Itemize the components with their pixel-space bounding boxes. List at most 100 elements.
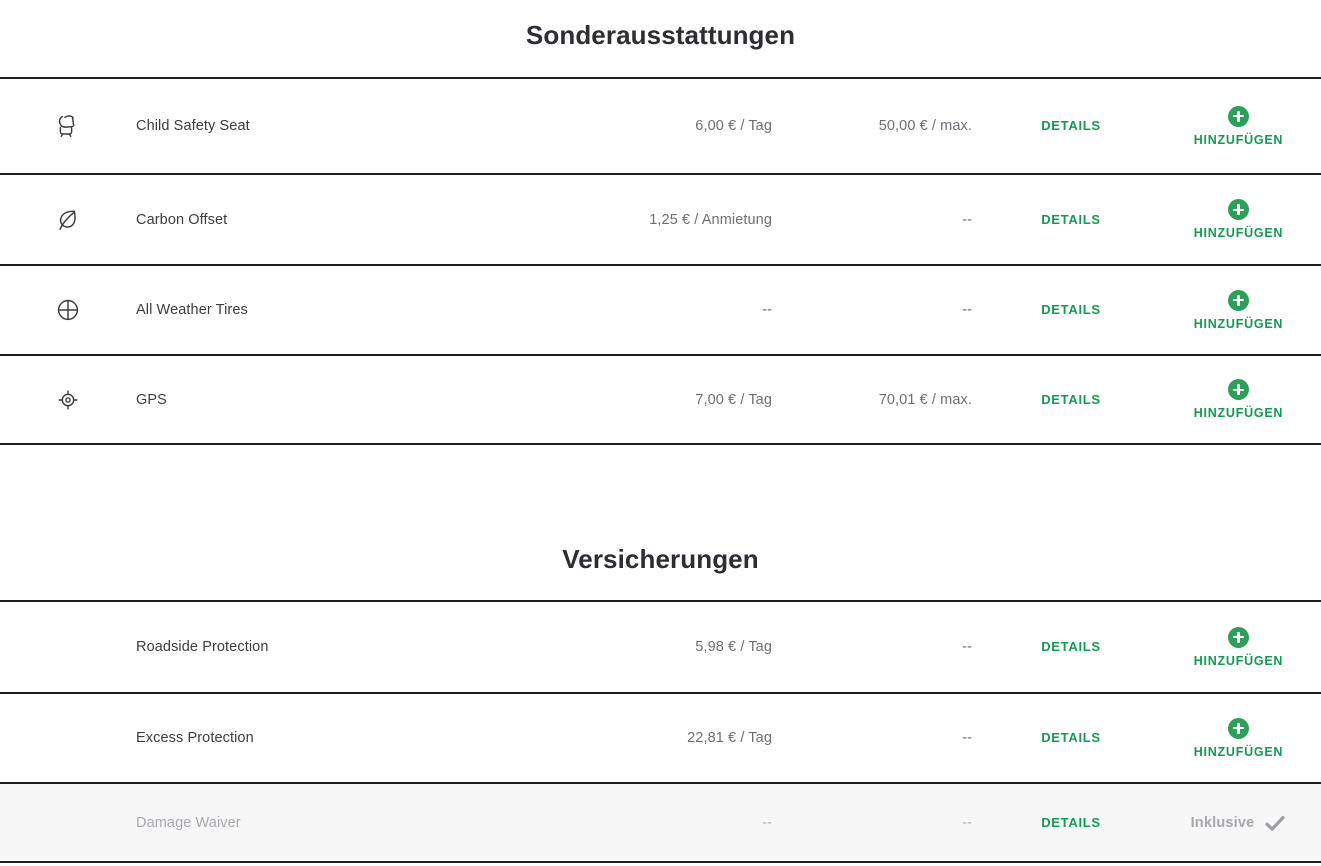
price-per-day: 5,98 € / Tag — [695, 639, 772, 655]
row-details-cell: DETAILS — [986, 391, 1156, 409]
row-price-max-cell: -- — [786, 211, 986, 229]
row-action-cell: HINZUFÜGEN — [1156, 199, 1321, 240]
row-name-cell: Child Safety Seat — [136, 117, 536, 135]
row-icon-cell — [0, 109, 136, 143]
vehicle-extras-page: Sonderausstattungen Child Safety Seat 6,… — [0, 0, 1321, 866]
add-extra-button[interactable]: HINZUFÜGEN — [1193, 717, 1284, 759]
plus-icon — [1227, 626, 1249, 648]
details-link[interactable]: DETAILS — [1041, 212, 1101, 227]
table-row[interactable]: All Weather Tires -- -- DETAILS HINZUFÜG… — [0, 264, 1321, 354]
gps-target-icon — [51, 383, 85, 417]
details-link[interactable]: DETAILS — [1041, 392, 1101, 407]
row-action-cell: HINZUFÜGEN — [1156, 717, 1321, 759]
add-button-label: HINZUFÜGEN — [1193, 132, 1284, 147]
row-price-day-cell: 7,00 € / Tag — [536, 391, 786, 409]
insurance-table: Roadside Protection 5,98 € / Tag -- DETA… — [0, 600, 1321, 863]
add-extra-button[interactable]: HINZUFÜGEN — [1193, 289, 1284, 331]
extra-name: GPS — [136, 391, 167, 408]
add-extra-button[interactable]: HINZUFÜGEN — [1193, 105, 1284, 147]
add-button-label: HINZUFÜGEN — [1193, 316, 1284, 331]
add-extra-button[interactable]: HINZUFÜGEN — [1194, 379, 1283, 420]
row-details-cell: DETAILS — [986, 814, 1156, 832]
row-price-max-cell: 50,00 € / max. — [786, 117, 986, 135]
row-details-cell: DETAILS — [986, 211, 1156, 229]
table-row[interactable]: Damage Waiver -- -- DETAILS Inklusive — [0, 782, 1321, 861]
row-details-cell: DETAILS — [986, 301, 1156, 319]
plus-icon — [1227, 717, 1249, 739]
add-extra-button[interactable]: HINZUFÜGEN — [1194, 199, 1283, 240]
row-icon-cell — [0, 203, 136, 237]
child-safety-seat-icon — [51, 109, 85, 143]
extra-name: Damage Waiver — [136, 814, 241, 831]
table-row[interactable]: Excess Protection 22,81 € / Tag -- DETAI… — [0, 692, 1321, 782]
row-name-cell: Carbon Offset — [136, 211, 536, 229]
row-price-day-cell: 5,98 € / Tag — [536, 638, 786, 656]
price-max: -- — [962, 211, 972, 228]
section-extras: Sonderausstattungen — [0, 0, 1321, 48]
row-name-cell: Roadside Protection — [136, 638, 536, 656]
page-title-extras: Sonderausstattungen — [525, 20, 796, 50]
leaf-icon — [51, 203, 85, 237]
add-button-label: HINZUFÜGEN — [1193, 406, 1284, 420]
row-price-day-cell: 6,00 € / Tag — [536, 117, 786, 135]
details-link[interactable]: DETAILS — [1041, 815, 1101, 830]
included-status-badge: Inklusive — [1191, 814, 1287, 832]
price-per-day: -- — [762, 302, 772, 318]
row-details-cell: DETAILS — [986, 638, 1156, 656]
row-name-cell: Damage Waiver — [136, 814, 536, 832]
row-action-cell: Inklusive — [1156, 814, 1321, 832]
table-row[interactable]: Child Safety Seat 6,00 € / Tag 50,00 € /… — [0, 79, 1321, 173]
row-price-max-cell: -- — [786, 729, 986, 747]
price-max: 50,00 € / max. — [878, 118, 972, 134]
price-per-day: -- — [762, 814, 772, 831]
table-row[interactable]: Roadside Protection 5,98 € / Tag -- DETA… — [0, 602, 1321, 692]
row-price-max-cell: -- — [786, 301, 986, 319]
extra-name: Carbon Offset — [136, 211, 228, 228]
row-name-cell: Excess Protection — [136, 729, 536, 747]
price-per-day: 6,00 € / Tag — [695, 118, 772, 134]
row-price-max-cell: 70,01 € / max. — [786, 391, 986, 409]
add-button-label: HINZUFÜGEN — [1193, 226, 1284, 240]
row-details-cell: DETAILS — [986, 729, 1156, 747]
details-link[interactable]: DETAILS — [1041, 639, 1101, 654]
add-button-label: HINZUFÜGEN — [1193, 744, 1284, 759]
table-row[interactable]: GPS 7,00 € / Tag 70,01 € / max. DETAILS … — [0, 354, 1321, 443]
details-link[interactable]: DETAILS — [1041, 118, 1101, 133]
table-row[interactable]: Carbon Offset 1,25 € / Anmietung -- DETA… — [0, 173, 1321, 264]
price-max: -- — [962, 814, 972, 831]
extra-name: All Weather Tires — [136, 302, 248, 318]
row-details-cell: DETAILS — [986, 117, 1156, 135]
extra-name: Child Safety Seat — [136, 118, 250, 134]
plus-icon — [1227, 289, 1249, 311]
extra-name: Roadside Protection — [136, 639, 269, 655]
plus-icon — [1227, 199, 1249, 220]
add-extra-button[interactable]: HINZUFÜGEN — [1193, 626, 1284, 668]
details-link[interactable]: DETAILS — [1041, 302, 1101, 317]
row-icon-cell — [0, 293, 136, 327]
row-icon-cell — [0, 383, 136, 417]
row-name-cell: GPS — [136, 391, 536, 409]
row-price-day-cell: 22,81 € / Tag — [536, 729, 786, 747]
extra-name: Excess Protection — [136, 730, 254, 746]
row-price-day-cell: 1,25 € / Anmietung — [536, 211, 786, 229]
plus-icon — [1227, 379, 1249, 400]
price-per-day: 22,81 € / Tag — [687, 730, 772, 746]
price-per-day: 7,00 € / Tag — [695, 391, 772, 408]
checkmark-icon — [1264, 814, 1286, 832]
price-max: -- — [962, 302, 972, 318]
row-price-day-cell: -- — [536, 814, 786, 832]
row-action-cell: HINZUFÜGEN — [1156, 289, 1321, 331]
extras-table: Child Safety Seat 6,00 € / Tag 50,00 € /… — [0, 77, 1321, 445]
row-action-cell: HINZUFÜGEN — [1156, 379, 1321, 420]
tire-icon — [51, 293, 85, 327]
price-max: -- — [962, 730, 972, 746]
details-link[interactable]: DETAILS — [1041, 730, 1101, 745]
row-price-max-cell: -- — [786, 638, 986, 656]
row-action-cell: HINZUFÜGEN — [1156, 105, 1321, 147]
price-max: 70,01 € / max. — [878, 391, 972, 408]
row-price-day-cell: -- — [536, 301, 786, 319]
row-name-cell: All Weather Tires — [136, 301, 536, 319]
add-button-label: HINZUFÜGEN — [1193, 653, 1284, 668]
price-max: -- — [962, 639, 972, 655]
page-title-insurance: Versicherungen — [562, 544, 759, 574]
